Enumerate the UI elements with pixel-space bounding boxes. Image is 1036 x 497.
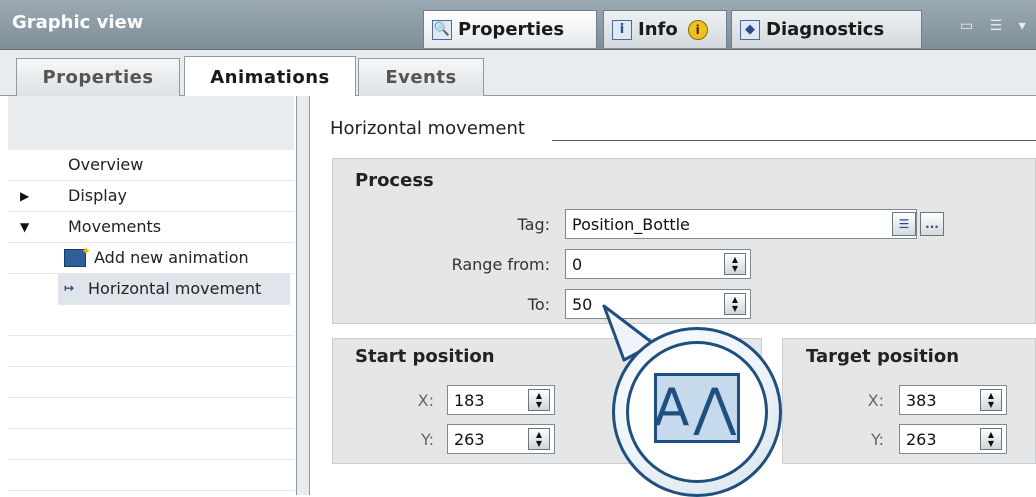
tree-empty-row xyxy=(8,460,294,491)
window-controls-icon[interactable]: ▭ ☰ ▾ xyxy=(960,18,1032,34)
start-x-stepper[interactable]: ▲ ▼ xyxy=(528,389,550,411)
tree-item-display[interactable]: ▶ Display xyxy=(8,181,294,212)
process-title: Process xyxy=(355,170,434,191)
subtab-properties[interactable]: Properties xyxy=(16,58,180,96)
start-y-stepper[interactable]: ▲ ▼ xyxy=(528,428,550,450)
subtab-animations[interactable]: Animations xyxy=(184,56,356,97)
start-x-label: X: xyxy=(417,391,434,410)
tree-item-label: Movements xyxy=(68,217,162,236)
tag-label: Tag: xyxy=(517,215,550,234)
tree-item-label: Horizontal movement xyxy=(88,279,262,298)
start-y-label: Y: xyxy=(420,430,434,449)
tree-empty-row xyxy=(8,336,294,367)
expand-arrow-icon[interactable]: ▶ xyxy=(20,189,29,203)
tree-item-horizontal-movement[interactable]: ↦ Horizontal movement xyxy=(58,274,290,305)
text-cursor-icon: A⋀ xyxy=(654,373,740,443)
tree-empty-row xyxy=(8,367,294,398)
section-divider xyxy=(552,140,1036,141)
target-y-stepper[interactable]: ▲ ▼ xyxy=(980,428,1002,450)
info-badge-icon: i xyxy=(687,19,708,40)
tag-list-icon[interactable]: ☰ xyxy=(892,212,916,236)
add-animation-icon: ✦ xyxy=(64,244,91,267)
tab-info[interactable]: i Info i xyxy=(603,10,727,48)
properties-icon: 🔍 xyxy=(432,19,452,40)
to-stepper[interactable]: ▲ ▼ xyxy=(724,293,746,315)
tab-info-label: Info xyxy=(638,19,678,40)
target-position-title: Target position xyxy=(806,346,960,367)
to-label: To: xyxy=(527,295,550,314)
info-icon: i xyxy=(612,19,632,40)
diagnostics-icon: ◆ xyxy=(740,19,760,40)
tree-item-add-new-animation[interactable]: ✦ Add new animation xyxy=(8,243,294,274)
tree-item-label: Display xyxy=(68,186,127,205)
target-x-stepper[interactable]: ▲ ▼ xyxy=(980,389,1002,411)
tree-header xyxy=(8,96,294,150)
section-title: Horizontal movement xyxy=(330,118,525,139)
subtab-events[interactable]: Events xyxy=(358,58,484,96)
tree-item-label: Overview xyxy=(68,155,144,174)
range-from-label: Range from: xyxy=(451,255,550,274)
range-from-stepper[interactable]: ▲ ▼ xyxy=(724,253,746,275)
target-x-label: X: xyxy=(867,391,884,410)
tree-empty-row xyxy=(8,429,294,460)
tab-diagnostics[interactable]: ◆ Diagnostics xyxy=(731,10,922,48)
collapse-arrow-icon[interactable]: ▼ xyxy=(20,220,29,234)
panel-title: Graphic view xyxy=(12,12,144,33)
target-y-label: Y: xyxy=(870,430,884,449)
tab-properties[interactable]: 🔍 Properties xyxy=(423,10,597,48)
tab-properties-label: Properties xyxy=(458,19,565,40)
tree-empty-row xyxy=(8,305,294,336)
tag-field[interactable]: Position_Bottle xyxy=(565,209,917,239)
tree-item-label: Add new animation xyxy=(94,248,249,267)
splitter-handle[interactable] xyxy=(296,96,310,495)
tag-browse-button[interactable]: ... xyxy=(920,212,944,236)
start-position-title: Start position xyxy=(355,346,495,367)
tab-diagnostics-label: Diagnostics xyxy=(766,19,885,40)
tree-empty-row xyxy=(8,398,294,429)
tree-item-movements[interactable]: ▼ Movements xyxy=(8,212,294,243)
horizontal-movement-icon: ↦ xyxy=(64,281,75,295)
tree-item-overview[interactable]: Overview xyxy=(8,150,294,181)
